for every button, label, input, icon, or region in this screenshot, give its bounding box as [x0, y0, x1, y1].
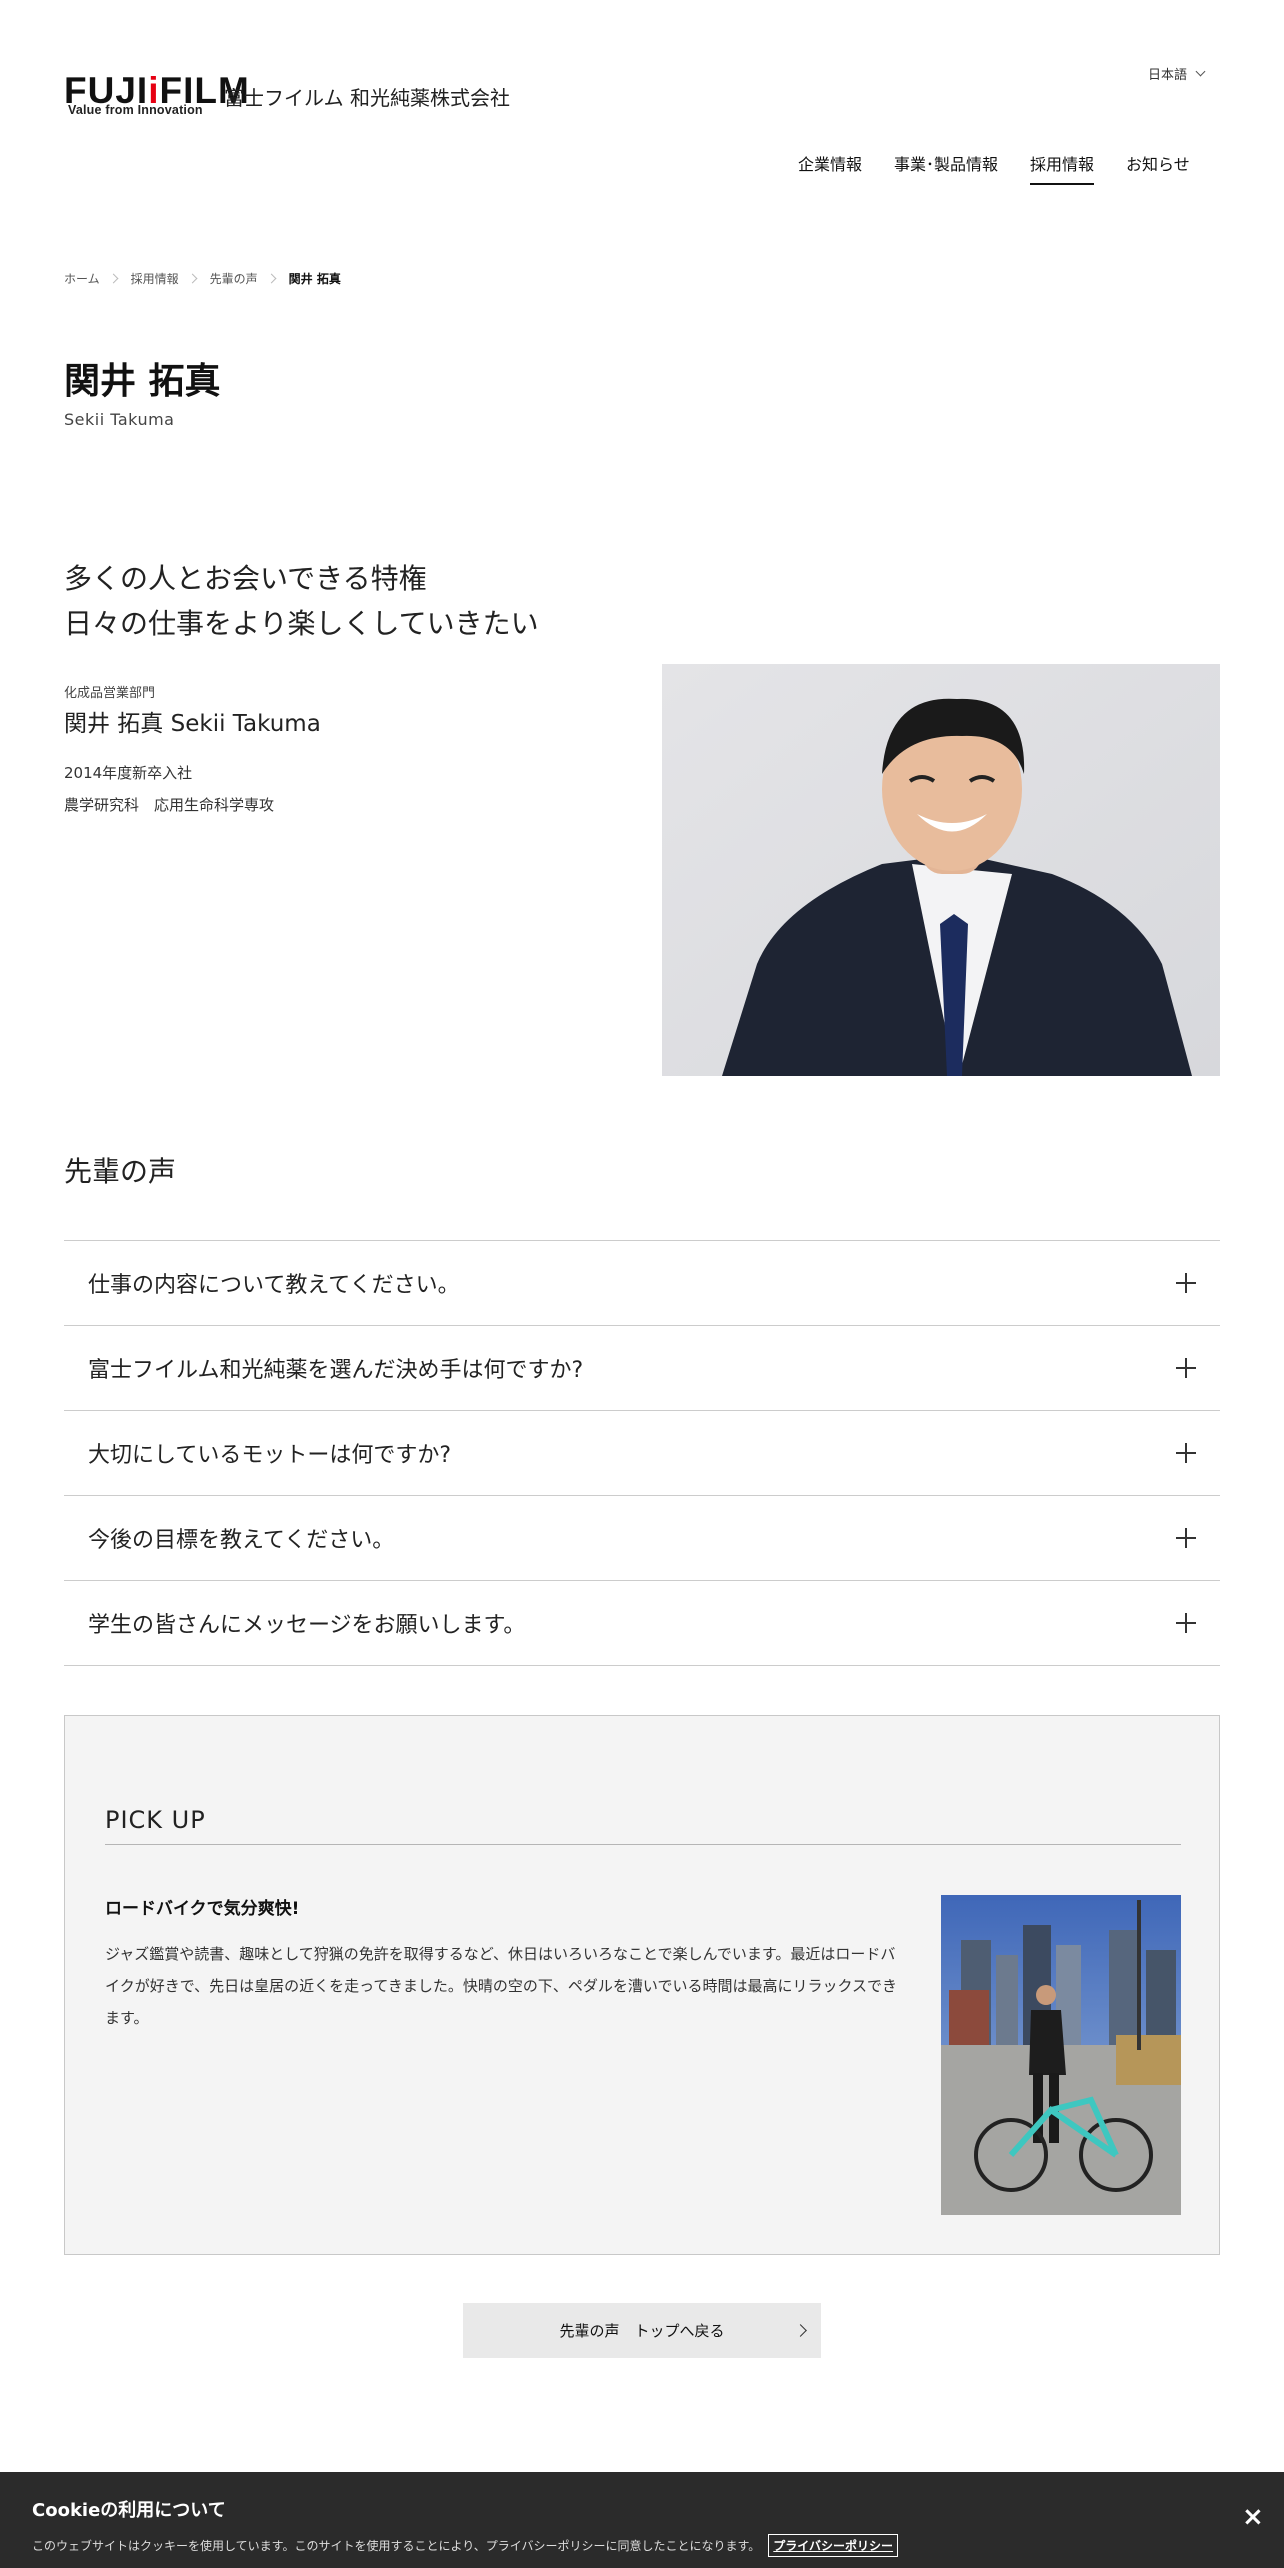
pickup-box: PICK UP ロードバイクで気分爽快! ジャズ鑑賞や読書、趣味として狩猟の免許… [64, 1715, 1220, 2255]
plus-icon [1176, 1528, 1196, 1548]
chevron-right-icon [794, 2324, 807, 2337]
cookie-message: このウェブサイトはクッキーを使用しています。このサイトを使用することにより、プラ… [32, 2534, 899, 2557]
accordion-item[interactable]: 富士フイルム和光純薬を選んだ決め手は何ですか? [64, 1326, 1220, 1411]
chevron-right-icon [187, 273, 198, 284]
chevron-right-icon [266, 273, 277, 284]
plus-icon [1176, 1613, 1196, 1633]
headline: 多くの人とお会いできる特権 日々の仕事をより楽しくしていきたい [64, 556, 539, 646]
page-subtitle: Sekii Takuma [64, 410, 175, 429]
breadcrumb: ホーム 採用情報 先輩の声 関井 拓真 [64, 270, 341, 287]
close-icon[interactable]: × [1242, 2502, 1264, 2532]
headline-line-2: 日々の仕事をより楽しくしていきたい [64, 607, 539, 640]
accordion-item[interactable]: 大切にしているモットーは何ですか? [64, 1411, 1220, 1496]
education: 農学研究科 応用生命科学専攻 [64, 796, 275, 814]
main-nav: 企業情報 事業･製品情報 採用情報 お知らせ [798, 151, 1190, 185]
nav-item-products[interactable]: 事業･製品情報 [894, 151, 998, 185]
company-name: 富士フイルム 和光純薬株式会社 [224, 86, 510, 110]
faq-accordion: 仕事の内容について教えてください。 富士フイルム和光純薬を選んだ決め手は何ですか… [64, 1240, 1220, 1666]
breadcrumb-recruit[interactable]: 採用情報 [131, 270, 179, 287]
profile-info: 2014年度新卒入社 農学研究科 応用生命科学専攻 [64, 757, 274, 821]
profile-name: 関井 拓真 Sekii Takuma [64, 711, 321, 737]
question-text: 今後の目標を教えてください。 [88, 1528, 395, 1553]
question-text: 富士フイルム和光純薬を選んだ決め手は何ですか? [88, 1358, 584, 1383]
chevron-down-icon [1195, 66, 1206, 77]
nav-item-news[interactable]: お知らせ [1126, 151, 1190, 185]
nav-item-company[interactable]: 企業情報 [798, 151, 862, 185]
accordion-item[interactable]: 仕事の内容について教えてください。 [64, 1241, 1220, 1326]
joined-year: 2014年度新卒入社 [64, 764, 193, 782]
nav-item-recruit[interactable]: 採用情報 [1030, 151, 1095, 185]
question-text: 仕事の内容について教えてください。 [88, 1273, 460, 1298]
cookie-title: Cookieの利用について [32, 2500, 226, 2521]
section-title: 先輩の声 [64, 1155, 177, 1188]
pickup-title: PICK UP [105, 1806, 1181, 1845]
roadbike-photo [941, 1895, 1181, 2215]
question-text: 大切にしているモットーは何ですか? [88, 1443, 452, 1468]
plus-icon [1176, 1443, 1196, 1463]
privacy-policy-link[interactable]: プライバシーポリシー [768, 2534, 899, 2557]
language-label: 日本語 [1148, 68, 1188, 83]
page-title: 関井 拓真 [64, 361, 221, 402]
accordion-item[interactable]: 学生の皆さんにメッセージをお願いします。 [64, 1581, 1220, 1666]
plus-icon [1176, 1358, 1196, 1378]
breadcrumb-voices[interactable]: 先輩の声 [210, 270, 258, 287]
back-to-voices-button[interactable]: 先輩の声 トップへ戻る [463, 2303, 821, 2358]
employee-portrait [662, 664, 1220, 1076]
plus-icon [1176, 1273, 1196, 1293]
back-button-label: 先輩の声 トップへ戻る [559, 2322, 725, 2340]
pickup-subtitle: ロードバイクで気分爽快! [105, 1899, 300, 1919]
cookie-banner: Cookieの利用について このウェブサイトはクッキーを使用しています。このサイ… [0, 2472, 1284, 2568]
cookie-text: このウェブサイトはクッキーを使用しています。このサイトを使用することにより、プラ… [32, 2539, 761, 2553]
language-selector[interactable]: 日本語 [1148, 64, 1206, 83]
pickup-body: ジャズ鑑賞や読書、趣味として狩猟の免許を取得するなど、休日はいろいろなことで楽し… [105, 1945, 898, 2027]
breadcrumb-home[interactable]: ホーム [64, 270, 100, 287]
accordion-item[interactable]: 今後の目標を教えてください。 [64, 1496, 1220, 1581]
logo-tagline: Value from Innovation [68, 103, 203, 117]
headline-line-1: 多くの人とお会いできる特権 [64, 562, 427, 595]
breadcrumb-current: 関井 拓真 [288, 272, 341, 286]
department: 化成品営業部門 [64, 686, 156, 701]
chevron-right-icon [108, 273, 119, 284]
question-text: 学生の皆さんにメッセージをお願いします。 [88, 1613, 526, 1638]
